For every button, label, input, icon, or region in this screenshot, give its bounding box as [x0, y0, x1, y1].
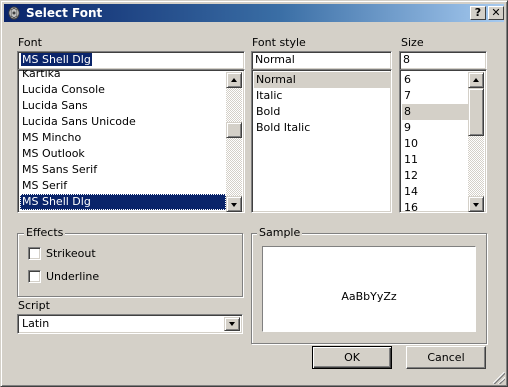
font-input[interactable]: MS Shell Dlg: [17, 51, 245, 70]
font-list-scrollbar[interactable]: [226, 72, 242, 212]
font-list-item[interactable]: Kartika: [20, 70, 226, 82]
sample-preview: AaBbYyZz: [262, 246, 476, 332]
window-title: Select Font: [26, 6, 103, 20]
size-scroll-up-button[interactable]: [468, 72, 484, 88]
size-list-item[interactable]: 11: [402, 152, 468, 168]
underline-checkbox[interactable]: [28, 270, 41, 283]
title-bar[interactable]: Select Font ? ✕: [4, 4, 504, 22]
font-list-item[interactable]: Lucida Sans Unicode: [20, 114, 226, 130]
size-label: Size: [401, 36, 424, 49]
script-dropdown-button[interactable]: [224, 317, 240, 331]
size-list-scrollbar[interactable]: [468, 72, 484, 212]
font-style-list-item[interactable]: Bold: [254, 104, 391, 120]
resize-grip-icon[interactable]: [493, 372, 505, 384]
size-list-item[interactable]: 6: [402, 72, 468, 88]
help-button[interactable]: ?: [470, 6, 486, 20]
size-list-item[interactable]: 16: [402, 200, 468, 212]
size-scroll-down-button[interactable]: [468, 196, 484, 212]
ok-button[interactable]: OK: [312, 346, 392, 369]
font-style-list-item[interactable]: Normal: [254, 72, 391, 88]
sample-text: AaBbYyZz: [341, 290, 397, 303]
font-list[interactable]: Kartika Lucida Console Lucida Sans Lucida S…: [17, 69, 245, 213]
font-style-list-item[interactable]: Bold Italic: [254, 120, 391, 136]
font-style-input[interactable]: Normal: [251, 51, 392, 70]
font-style-list[interactable]: Normal Italic Bold Bold Italic: [251, 69, 392, 213]
font-scroll-up-button[interactable]: [226, 72, 242, 88]
font-list-item[interactable]: MS Serif: [20, 178, 226, 194]
select-font-dialog: Select Font ? ✕ Font MS Shell Dlg Kartik…: [0, 0, 508, 387]
size-scroll-thumb[interactable]: [468, 88, 484, 136]
arrow-down-icon: [231, 203, 237, 207]
script-label: Script: [18, 299, 50, 312]
font-list-item[interactable]: MS Outlook: [20, 146, 226, 162]
strikeout-checkbox[interactable]: [28, 247, 41, 260]
font-label: Font: [18, 36, 42, 49]
font-style-list-items: Normal Italic Bold Bold Italic: [254, 72, 391, 136]
close-button[interactable]: ✕: [488, 6, 504, 20]
script-select[interactable]: Latin: [17, 314, 243, 334]
cancel-button[interactable]: Cancel: [406, 346, 486, 369]
strikeout-label[interactable]: Strikeout: [46, 247, 96, 260]
font-app-icon: [8, 6, 20, 20]
font-list-item[interactable]: MS Shell Dlg: [20, 194, 226, 210]
font-style-list-item[interactable]: Italic: [254, 88, 391, 104]
size-list-item[interactable]: 7: [402, 88, 468, 104]
size-list-item[interactable]: 14: [402, 184, 468, 200]
size-list[interactable]: 6 7 8 9 10 11 12 14 16: [399, 69, 487, 213]
size-input[interactable]: 8: [399, 51, 487, 70]
font-list-items: Kartika Lucida Console Lucida Sans Lucida S…: [20, 70, 226, 210]
underline-label[interactable]: Underline: [46, 270, 99, 283]
script-select-value: Latin: [22, 317, 50, 330]
font-input-value: MS Shell Dlg: [21, 53, 92, 66]
sample-label: Sample: [257, 226, 303, 239]
arrow-down-icon: [473, 203, 479, 207]
size-list-item[interactable]: 8: [402, 104, 468, 120]
font-list-item[interactable]: Lucida Console: [20, 82, 226, 98]
arrow-up-icon: [231, 78, 237, 82]
font-scroll-thumb[interactable]: [226, 122, 242, 138]
font-list-item[interactable]: Lucida Sans: [20, 98, 226, 114]
size-list-item[interactable]: 10: [402, 136, 468, 152]
font-scroll-down-button[interactable]: [226, 196, 242, 212]
size-list-item[interactable]: 9: [402, 120, 468, 136]
font-list-item[interactable]: MS Sans Serif: [20, 162, 226, 178]
arrow-up-icon: [473, 78, 479, 82]
size-list-item[interactable]: 12: [402, 168, 468, 184]
effects-label: Effects: [24, 226, 66, 239]
size-list-items: 6 7 8 9 10 11 12 14 16: [402, 72, 468, 212]
font-list-item[interactable]: MS Mincho: [20, 130, 226, 146]
chevron-down-icon: [229, 322, 235, 326]
font-style-label: Font style: [252, 36, 306, 49]
effects-group: [17, 233, 243, 297]
close-icon: ✕: [491, 6, 501, 19]
